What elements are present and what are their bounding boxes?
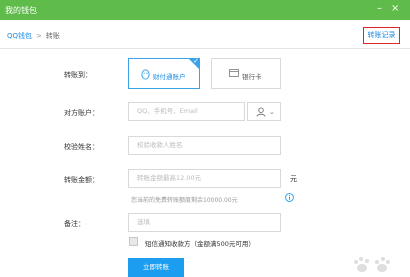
method-caifutong-label: 财付通账户: [153, 73, 186, 81]
person-icon: [256, 107, 266, 119]
breadcrumb-separator: >: [36, 32, 42, 40]
name-label: 校验姓名：: [64, 143, 99, 151]
breadcrumb-current: 转账: [45, 32, 60, 40]
chevron-down-icon: ⌄: [269, 108, 275, 116]
free-quota-hint: 您当前的免费转账额度剩余10000.00元: [131, 197, 238, 204]
breadcrumb-wallet-link[interactable]: QQ钱包: [7, 32, 32, 40]
breadcrumb: QQ钱包 > 转账: [7, 31, 60, 41]
info-icon[interactable]: [285, 193, 294, 204]
method-bank-card-label: 银行卡: [242, 73, 262, 81]
sms-notify-label: 短信通知收款方（金额满500元可用）: [145, 240, 255, 248]
name-input[interactable]: 校验收款人姓名: [128, 136, 281, 155]
submit-transfer-button[interactable]: 立即转账: [128, 258, 184, 277]
note-input[interactable]: 选填: [128, 213, 281, 232]
amount-input[interactable]: 转账金额最高12.00元: [128, 169, 281, 188]
sms-notify-checkbox[interactable]: [129, 237, 138, 246]
transfer-to-label: 转账到：: [64, 71, 92, 79]
minimize-button[interactable]: –: [377, 3, 382, 15]
window-title: 我的钱包: [5, 6, 37, 15]
amount-unit: 元: [290, 175, 297, 183]
checkmark-icon: ✓: [193, 57, 199, 65]
note-label: 备注：: [64, 220, 85, 228]
penguin-icon: [141, 69, 150, 82]
paw-watermark-icon: [352, 255, 392, 277]
title-bar: 我的钱包 – ×: [0, 0, 410, 20]
contact-picker-button[interactable]: ⌄: [247, 102, 281, 121]
header-divider: [0, 48, 410, 49]
method-bank-card-option[interactable]: 银行卡: [211, 58, 281, 89]
account-label: 对方账户：: [64, 109, 99, 117]
transfer-record-link[interactable]: 转账记录: [363, 27, 400, 44]
method-caifutong-option[interactable]: 财付通账户 ✓: [128, 57, 200, 89]
close-button[interactable]: ×: [391, 3, 399, 15]
amount-label: 转账金额：: [64, 176, 99, 184]
bank-card-icon: [229, 69, 239, 79]
account-input[interactable]: QQ、手机号、Email: [128, 102, 245, 121]
